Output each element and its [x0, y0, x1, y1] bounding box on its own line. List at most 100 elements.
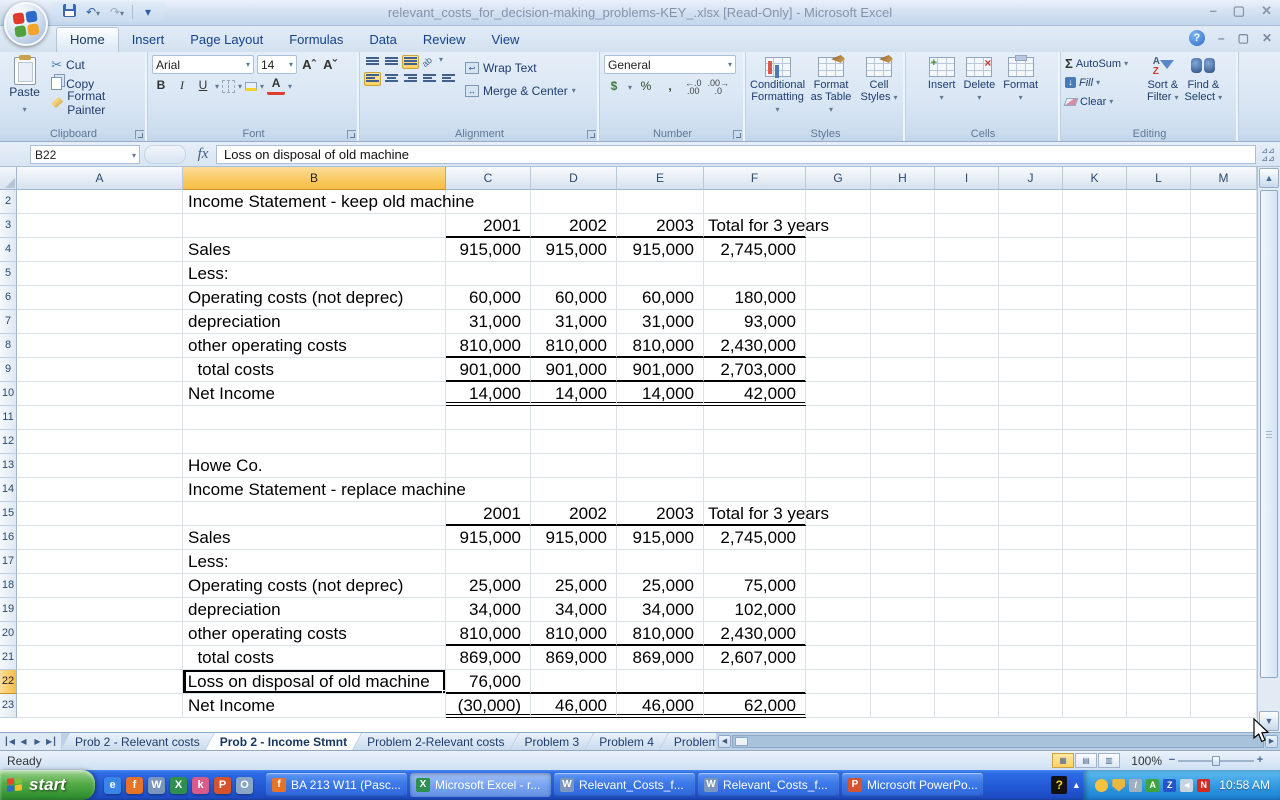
cell-L6[interactable] — [1127, 286, 1191, 310]
decrease-decimal-button[interactable]: .00→.0 — [707, 78, 731, 96]
cell-A18[interactable] — [17, 574, 183, 598]
powerpoint-icon[interactable]: P — [214, 777, 231, 794]
wrench-tray-icon[interactable]: / — [1129, 779, 1142, 792]
delete-cells-button[interactable]: Delete▾ — [963, 55, 995, 126]
wrap-text-button[interactable]: ↩Wrap Text — [463, 58, 578, 77]
cell-J2[interactable] — [999, 190, 1063, 214]
cell-E23[interactable]: 46,000 — [617, 694, 704, 718]
format-as-table-button[interactable]: Formatas Table ▾ — [809, 55, 853, 126]
cell-D14[interactable] — [531, 478, 617, 502]
cell-L3[interactable] — [1127, 214, 1191, 238]
cell-E5[interactable] — [617, 262, 704, 286]
borders-dropdown-arrow[interactable]: ▾ — [238, 82, 242, 91]
cell-H4[interactable] — [871, 238, 935, 262]
row-header-9[interactable]: 9 — [0, 358, 17, 382]
taskbar-button-firefox[interactable]: fBA 213 W11 (Pasc... — [266, 773, 407, 797]
increase-decimal-button[interactable]: ←.0.00 — [684, 78, 703, 96]
cell-J6[interactable] — [999, 286, 1063, 310]
sheet-tab-problem-2-relevant-costs[interactable]: Problem 2-Relevant costs — [353, 733, 518, 750]
cell-M12[interactable] — [1191, 430, 1257, 454]
cell-A20[interactable] — [17, 622, 183, 646]
cell-G8[interactable] — [806, 334, 871, 358]
row-header-22[interactable]: 22 — [0, 670, 17, 694]
expand-formula-bar-button[interactable]: ⊿⊿⊿⊿ — [1258, 145, 1278, 164]
cell-J20[interactable] — [999, 622, 1063, 646]
cell-B18[interactable]: Operating costs (not deprec) — [183, 574, 446, 598]
cell-D8[interactable]: 810,000 — [531, 334, 617, 358]
cell-I6[interactable] — [935, 286, 999, 310]
volume-tray-icon[interactable]: ◄ — [1180, 779, 1193, 792]
column-header-L[interactable]: L — [1127, 167, 1191, 190]
accounting-dropdown-arrow[interactable]: ▾ — [628, 83, 632, 92]
font-color-dropdown-arrow[interactable]: ▾ — [288, 82, 292, 91]
font-color-button[interactable]: A — [267, 77, 285, 95]
tab-view[interactable]: View — [479, 28, 533, 52]
cell-H19[interactable] — [871, 598, 935, 622]
orientation-dropdown-arrow[interactable]: ▾ — [439, 55, 443, 69]
cell-A6[interactable] — [17, 286, 183, 310]
taskbar-button-powerpoint[interactable]: PMicrosoft PowerPo... — [842, 773, 983, 797]
scroll-up-button[interactable]: ▲ — [1259, 168, 1279, 188]
cell-F19[interactable]: 102,000 — [704, 598, 806, 622]
font-family-select[interactable]: Arial▾ — [152, 55, 254, 74]
format-cells-button[interactable]: Format▾ — [1003, 55, 1038, 126]
decrease-indent-button[interactable] — [421, 72, 438, 86]
column-header-H[interactable]: H — [871, 167, 935, 190]
cell-J15[interactable] — [999, 502, 1063, 526]
cell-B10[interactable]: Net Income — [183, 382, 446, 406]
cell-J9[interactable] — [999, 358, 1063, 382]
cell-M23[interactable] — [1191, 694, 1257, 718]
cell-H5[interactable] — [871, 262, 935, 286]
cell-K15[interactable] — [1063, 502, 1127, 526]
cell-F6[interactable]: 180,000 — [704, 286, 806, 310]
cell-K9[interactable] — [1063, 358, 1127, 382]
cell-C7[interactable]: 31,000 — [446, 310, 531, 334]
cell-E11[interactable] — [617, 406, 704, 430]
cell-H15[interactable] — [871, 502, 935, 526]
sheet-tab-problem[interactable]: Problem — [660, 733, 716, 750]
redo-button[interactable]: ↷▾ — [108, 4, 126, 21]
cell-K22[interactable] — [1063, 670, 1127, 694]
cell-F2[interactable] — [704, 190, 806, 214]
cell-F15[interactable]: Total for 3 years — [704, 502, 806, 526]
cell-A16[interactable] — [17, 526, 183, 550]
accounting-format-button[interactable]: $ — [604, 78, 624, 96]
clear-button[interactable]: Clear▾ — [1065, 93, 1143, 110]
cell-F23[interactable]: 62,000 — [704, 694, 806, 718]
first-sheet-button[interactable]: ┃◀ — [3, 737, 16, 746]
fill-color-dropdown-arrow[interactable]: ▾ — [260, 82, 264, 91]
grow-font-button[interactable]: Aˆ — [300, 56, 318, 74]
cell-C9[interactable]: 901,000 — [446, 358, 531, 382]
cell-C8[interactable]: 810,000 — [446, 334, 531, 358]
cell-M3[interactable] — [1191, 214, 1257, 238]
cell-C18[interactable]: 25,000 — [446, 574, 531, 598]
cell-J18[interactable] — [999, 574, 1063, 598]
cell-C15[interactable]: 2001 — [446, 502, 531, 526]
insert-function-button[interactable]: fx — [190, 146, 216, 163]
cell-D16[interactable]: 915,000 — [531, 526, 617, 550]
zoom-out-button[interactable]: − — [1166, 754, 1178, 766]
cell-D20[interactable]: 810,000 — [531, 622, 617, 646]
cell-J23[interactable] — [999, 694, 1063, 718]
align-top-button[interactable] — [364, 55, 381, 69]
cell-K10[interactable] — [1063, 382, 1127, 406]
cell-E6[interactable]: 60,000 — [617, 286, 704, 310]
cell-L23[interactable] — [1127, 694, 1191, 718]
excel-icon[interactable]: X — [170, 777, 187, 794]
row-header-11[interactable]: 11 — [0, 406, 17, 430]
prev-sheet-button[interactable]: ◀ — [17, 737, 30, 746]
insert-cells-button[interactable]: Insert▾ — [928, 55, 956, 126]
formula-input[interactable]: Loss on disposal of old machine — [216, 145, 1256, 164]
cell-L15[interactable] — [1127, 502, 1191, 526]
cell-I23[interactable] — [935, 694, 999, 718]
cell-G11[interactable] — [806, 406, 871, 430]
cell-J7[interactable] — [999, 310, 1063, 334]
cell-L12[interactable] — [1127, 430, 1191, 454]
cell-E17[interactable] — [617, 550, 704, 574]
cell-K14[interactable] — [1063, 478, 1127, 502]
cell-M4[interactable] — [1191, 238, 1257, 262]
cell-C19[interactable]: 34,000 — [446, 598, 531, 622]
cell-E3[interactable]: 2003 — [617, 214, 704, 238]
percent-style-button[interactable]: % — [636, 78, 656, 96]
tab-data[interactable]: Data — [356, 28, 409, 52]
